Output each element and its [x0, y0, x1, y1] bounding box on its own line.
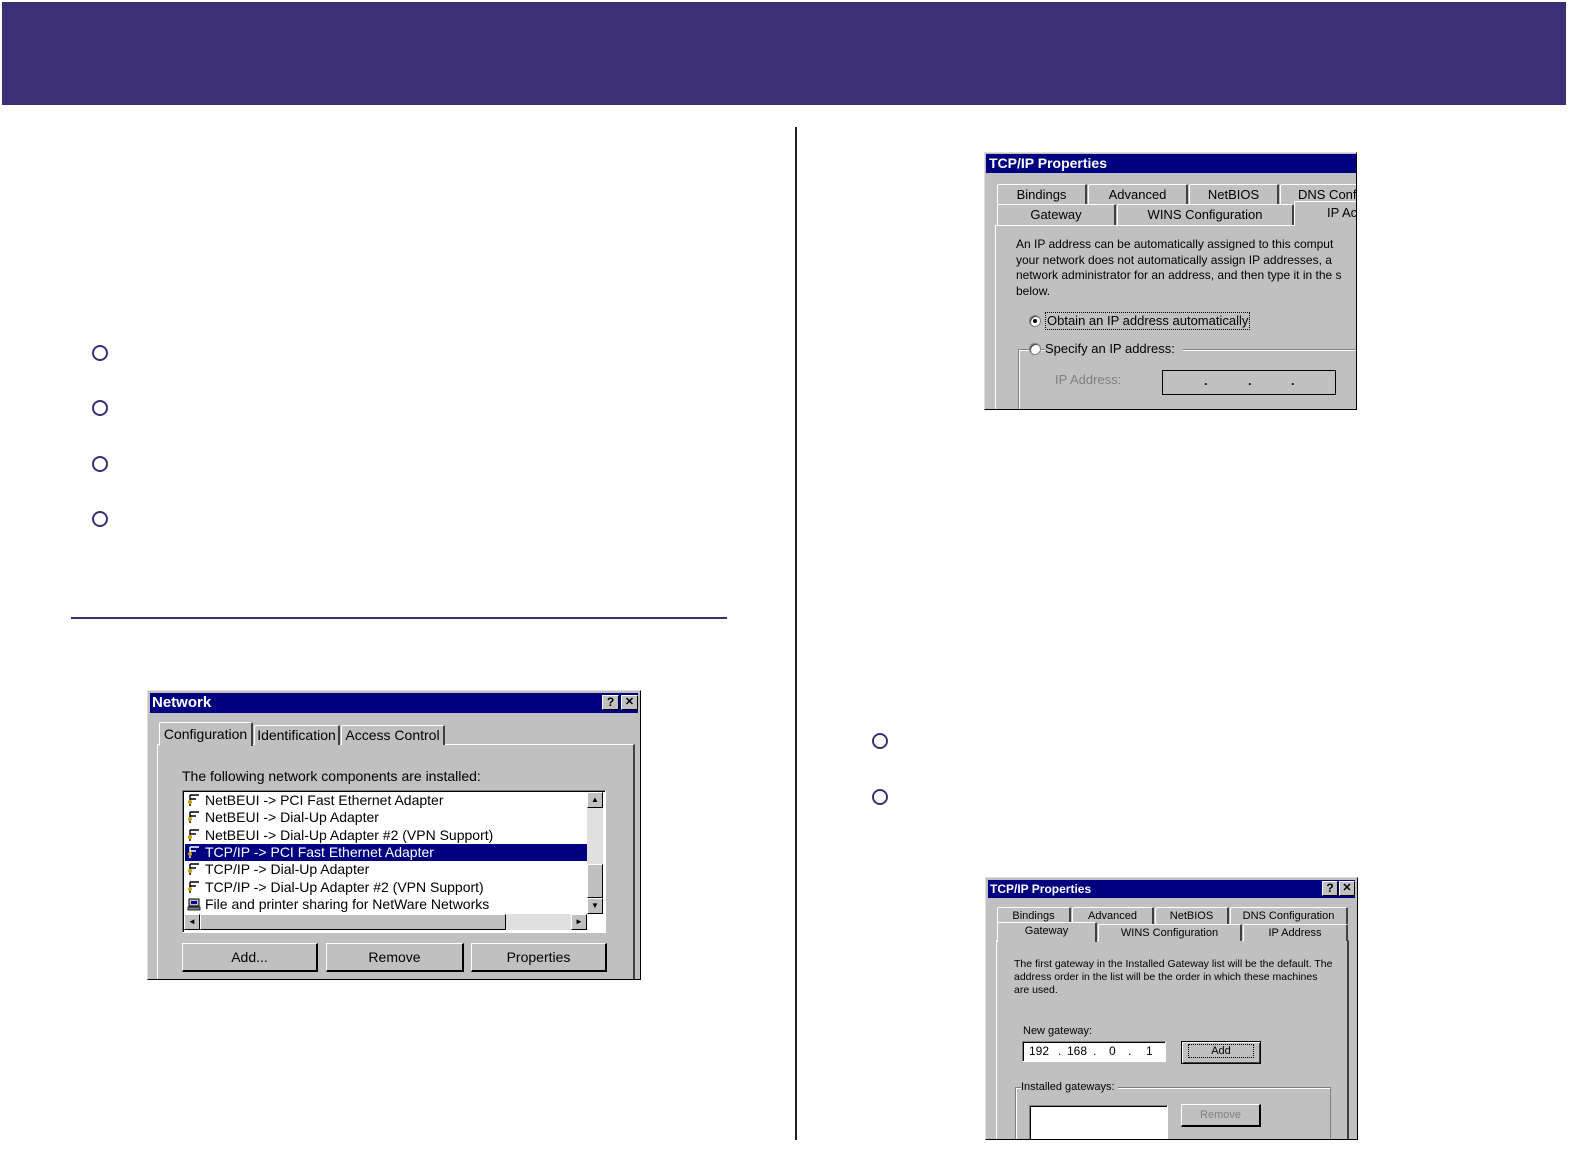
close-button[interactable]: ✕ [1339, 881, 1355, 896]
scroll-left-button[interactable]: ◄ [184, 914, 200, 930]
tab-wins-configuration[interactable]: WINS Configuration [1117, 204, 1294, 225]
tab-ip-address[interactable]: IP Address [1243, 924, 1348, 941]
obtain-ip-radio[interactable] [1029, 315, 1041, 327]
list-item-label: TCP/IP -> PCI Fast Ethernet Adapter [205, 843, 434, 860]
scroll-down-button[interactable]: ▼ [587, 898, 603, 914]
help-button[interactable]: ? [602, 695, 619, 710]
list-item[interactable]: TCP/IP -> PCI Fast Ethernet Adapter [185, 843, 587, 861]
new-gateway-input[interactable]: 192 . 168 . 0 . 1 [1022, 1041, 1166, 1062]
gateway-remove-button[interactable]: Remove [1181, 1104, 1261, 1127]
bullet-icon [872, 789, 888, 805]
gateway-octet: 0 [1109, 1044, 1116, 1058]
components-list[interactable]: NetBEUI -> PCI Fast Ethernet Adapter NetB… [182, 790, 606, 933]
specify-ip-radio[interactable] [1029, 343, 1041, 355]
list-item-label: TCP/IP -> Dial-Up Adapter #2 (VPN Suppor… [205, 878, 484, 895]
new-gateway-label: New gateway: [1023, 1025, 1093, 1037]
obtain-ip-label[interactable]: Obtain an IP address automatically [1045, 312, 1251, 330]
list-item[interactable]: TCP/IP -> Dial-Up Adapter #2 (VPN Suppor… [185, 879, 587, 896]
gateway-octet: 192 [1029, 1044, 1050, 1058]
network-dialog-title: Network [152, 694, 212, 711]
properties-button[interactable]: Properties [471, 943, 607, 972]
list-item[interactable]: NetBEUI -> Dial-Up Adapter #2 (VPN Suppo… [185, 827, 587, 844]
protocol-icon [188, 811, 199, 824]
ip-dot: . [1248, 373, 1252, 388]
gateway-dot: . [1058, 1044, 1062, 1058]
close-icon: ✕ [1342, 882, 1352, 894]
tcpip-ip-titlebar: TCP/IP Properties [986, 154, 1356, 173]
protocol-icon [188, 880, 199, 893]
tab-netbios[interactable]: NetBIOS [1189, 184, 1279, 204]
ip-address-input[interactable]: . . . [1162, 370, 1336, 395]
list-item[interactable]: NetBEUI -> PCI Fast Ethernet Adapter [185, 792, 587, 809]
tab-gateway[interactable]: Gateway [997, 204, 1116, 225]
help-icon: ? [606, 695, 615, 709]
protocol-icon [188, 828, 199, 841]
tcpip-gateway-dialog: TCP/IP Properties ? ✕ Bindings Advanced … [985, 877, 1358, 1140]
gateway-octet: 168 [1067, 1044, 1088, 1058]
add-button[interactable]: Add... [182, 943, 318, 972]
horizontal-scrollbar[interactable]: ◄ ► [184, 914, 587, 930]
tab-dns-configuration[interactable]: DNS Configuration [1230, 907, 1348, 924]
tab-identification[interactable]: Identification [254, 725, 340, 745]
ip-dot: . [1204, 373, 1208, 388]
gateway-add-button[interactable]: Add [1181, 1041, 1261, 1064]
list-item-label: NetBEUI -> Dial-Up Adapter #2 (VPN Suppo… [205, 826, 494, 843]
scroll-thumb-horizontal[interactable] [200, 914, 506, 930]
header-band [2, 2, 1566, 105]
components-label: The following network components are ins… [182, 768, 481, 784]
list-item-label: File and printer sharing for NetWare Net… [205, 895, 490, 912]
tab-gateway[interactable]: Gateway [997, 922, 1097, 942]
list-item[interactable]: File and printer sharing for NetWare Net… [185, 896, 587, 913]
gateway-dot: . [1128, 1044, 1132, 1058]
list-item-label: TCP/IP -> Dial-Up Adapter [205, 861, 370, 878]
network-dialog-titlebar: Network ? ✕ [150, 693, 638, 713]
tab-ip-address[interactable]: IP Ac [1294, 201, 1356, 226]
list-item[interactable]: TCP/IP -> Dial-Up Adapter [185, 861, 587, 878]
close-icon: ✕ [624, 696, 635, 708]
list-item-label: NetBEUI -> PCI Fast Ethernet Adapter [205, 792, 444, 808]
ip-dot: . [1291, 373, 1295, 388]
installed-gateways-list[interactable] [1029, 1105, 1168, 1139]
list-item[interactable]: NetBEUI -> Dial-Up Adapter [185, 809, 587, 826]
help-icon: ? [1326, 881, 1334, 895]
tcpip-ip-dialog: TCP/IP Properties Bindings Advanced NetB… [984, 152, 1357, 410]
tcpip-gateway-title: TCP/IP Properties [990, 882, 1092, 896]
bullet-icon [872, 733, 888, 749]
ip-address-label: IP Address: [1055, 372, 1122, 387]
specify-ip-label[interactable]: Specify an IP address: [1045, 341, 1183, 357]
tcpip-ip-title: TCP/IP Properties [989, 155, 1108, 171]
bullet-icon [92, 456, 108, 472]
tab-access-control[interactable]: Access Control [341, 725, 445, 745]
section-rule [71, 617, 727, 619]
installed-gateways-label: Installed gateways: [1021, 1081, 1118, 1093]
tcpip-gateway-titlebar: TCP/IP Properties ? ✕ [988, 880, 1355, 898]
column-divider [795, 127, 797, 1140]
file-sharing-icon [187, 898, 201, 911]
scroll-thumb[interactable] [587, 864, 603, 898]
bullet-icon [92, 345, 108, 361]
tab-advanced[interactable]: Advanced [1088, 184, 1188, 204]
help-button[interactable]: ? [1322, 881, 1338, 896]
vertical-scrollbar[interactable]: ▲ ▼ [587, 792, 603, 914]
bullet-icon [92, 400, 108, 416]
protocol-icon [188, 863, 199, 876]
protocol-icon [188, 846, 199, 858]
network-dialog: Network ? ✕ Configuration Identification… [147, 690, 641, 980]
ip-description: An IP address can be automatically assig… [1016, 237, 1342, 298]
tab-netbios[interactable]: NetBIOS [1155, 907, 1229, 924]
scroll-up-button[interactable]: ▲ [587, 792, 603, 808]
remove-button[interactable]: Remove [326, 943, 464, 972]
gateway-dot: . [1093, 1044, 1097, 1058]
tab-configuration[interactable]: Configuration [159, 722, 253, 746]
bullet-icon [92, 511, 108, 527]
gateway-description: The first gateway in the Installed Gatew… [1014, 958, 1333, 996]
list-item-label: NetBEUI -> Dial-Up Adapter [205, 809, 379, 826]
gateway-octet: 1 [1146, 1044, 1153, 1058]
tab-bindings[interactable]: Bindings [997, 184, 1087, 204]
scroll-right-button[interactable]: ► [571, 914, 587, 930]
protocol-icon [188, 794, 199, 806]
close-button[interactable]: ✕ [621, 695, 638, 710]
tab-wins-configuration[interactable]: WINS Configuration [1098, 924, 1242, 941]
